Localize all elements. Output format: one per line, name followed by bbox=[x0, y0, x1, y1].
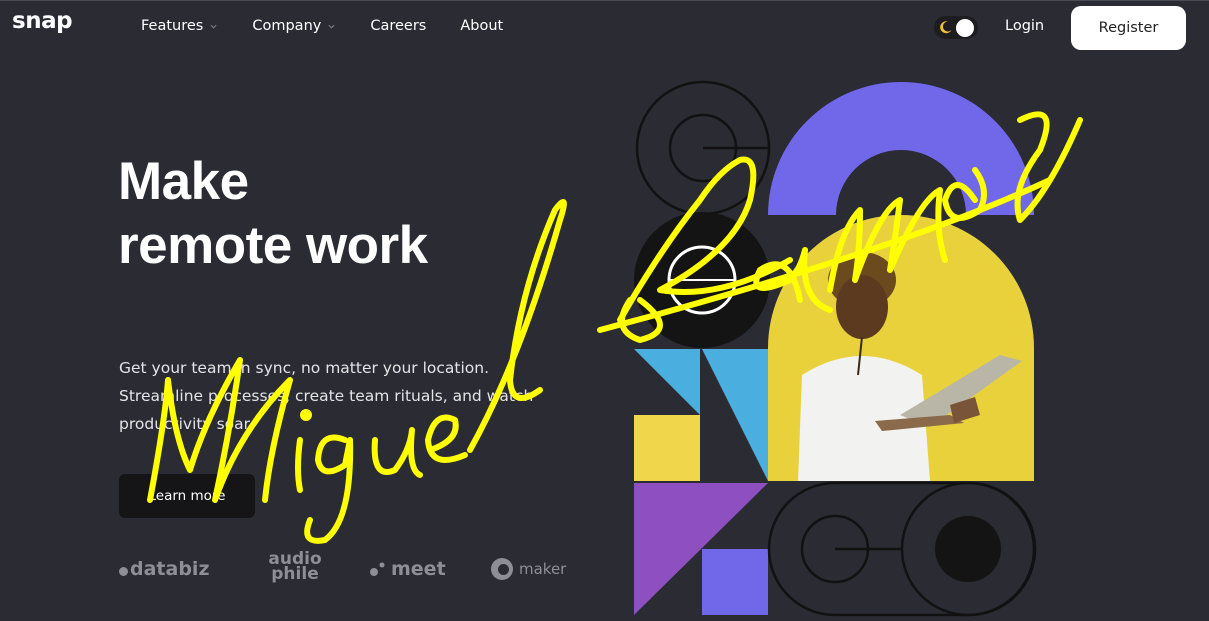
maker-logo: maker bbox=[491, 558, 566, 580]
hero-desc-line-1: Get your team in sync, no matter your lo… bbox=[119, 359, 490, 377]
hero-desc-line-2: Streamline processes, create team ritual… bbox=[119, 387, 534, 405]
snap-logo[interactable]: snap bbox=[12, 8, 73, 34]
maker-text: maker bbox=[519, 560, 567, 578]
nav-careers[interactable]: Careers bbox=[370, 18, 426, 34]
hero-description: Get your team in sync, no matter your lo… bbox=[119, 354, 559, 438]
audiophile-text-2: phile bbox=[271, 564, 319, 584]
top-border bbox=[0, 0, 1209, 1]
blue-triangle-left bbox=[634, 349, 700, 415]
black-dot-bottom bbox=[935, 516, 1001, 582]
moon-icon bbox=[940, 21, 952, 34]
meet-dots-icon bbox=[370, 562, 385, 576]
hero-title-line-2: remote work bbox=[118, 216, 428, 275]
learn-more-button[interactable]: Learn more bbox=[119, 474, 255, 518]
databiz-text: databiz bbox=[130, 558, 210, 580]
blue-triangle-right bbox=[702, 349, 768, 481]
maker-circle-icon bbox=[491, 558, 513, 580]
hero-title: Make remote work bbox=[118, 150, 428, 278]
meet-text: meet bbox=[391, 558, 446, 580]
hero-title-line-1: Make bbox=[118, 152, 249, 211]
audiophile-logo: audio phile bbox=[262, 551, 328, 584]
register-button[interactable]: Register bbox=[1071, 6, 1186, 50]
purple-arch bbox=[768, 82, 1034, 215]
chevron-down-icon bbox=[210, 24, 217, 29]
nav-about[interactable]: About bbox=[460, 18, 503, 34]
client-logos: databiz audio phile meet maker bbox=[119, 551, 579, 588]
nav-about-label: About bbox=[460, 18, 504, 34]
theme-toggle[interactable] bbox=[934, 16, 978, 39]
main-nav: Features Company Careers About bbox=[141, 18, 537, 34]
hero-desc-line-3: productivity soar. bbox=[119, 415, 254, 433]
nav-careers-label: Careers bbox=[370, 18, 427, 34]
databiz-dot-icon bbox=[119, 566, 128, 576]
hero-illustration bbox=[634, 80, 1037, 617]
purple-square bbox=[702, 549, 768, 615]
login-link[interactable]: Login bbox=[1005, 18, 1044, 34]
databiz-logo: databiz bbox=[119, 558, 210, 580]
nav-company-label: Company bbox=[252, 18, 322, 34]
meet-logo: meet bbox=[369, 558, 446, 580]
yellow-square bbox=[634, 415, 700, 481]
toggle-knob bbox=[956, 19, 974, 37]
nav-company[interactable]: Company bbox=[252, 18, 336, 34]
nav-features-label: Features bbox=[141, 18, 204, 34]
chevron-down-icon bbox=[328, 24, 335, 29]
nav-features[interactable]: Features bbox=[141, 18, 218, 34]
